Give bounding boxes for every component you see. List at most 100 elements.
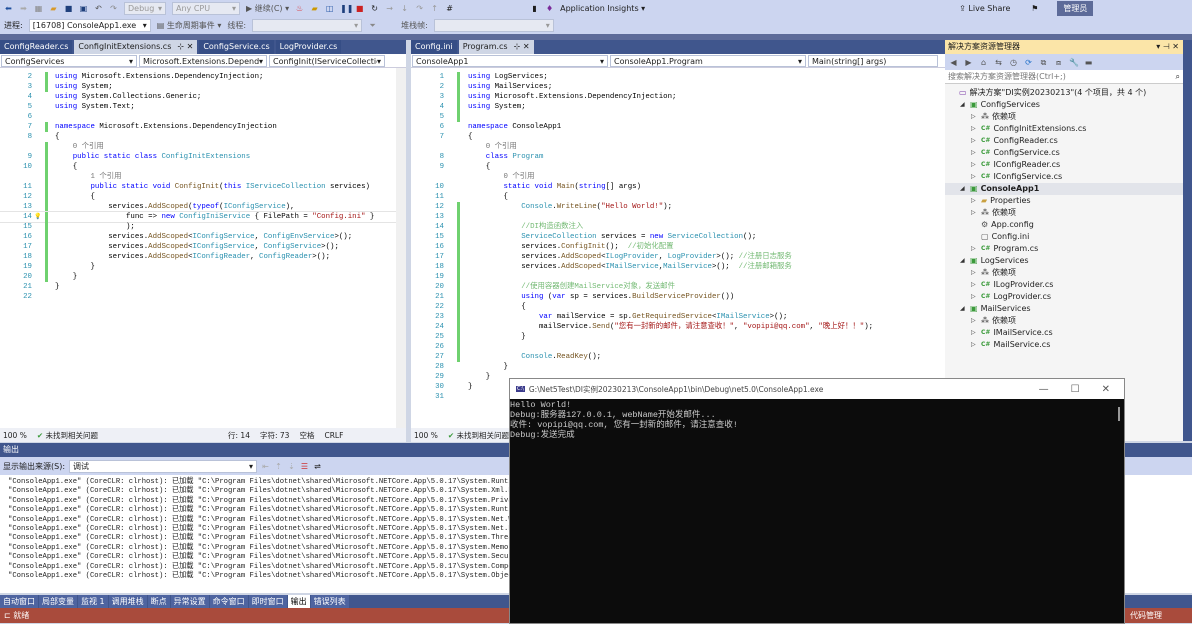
switch-views-icon[interactable]: ⇆: [994, 58, 1003, 67]
bottom-tab[interactable]: 输出: [287, 595, 310, 609]
step-into-icon[interactable]: ↓: [400, 4, 409, 13]
expander-icon[interactable]: ▷: [971, 171, 978, 183]
tree-item[interactable]: ◢ ▣ ConfigServices: [945, 99, 1183, 111]
namespace-dropdown[interactable]: Microsoft.Extensions.Dependé ▾: [139, 55, 267, 67]
forward-icon[interactable]: ➡: [19, 4, 28, 13]
tree-item[interactable]: ▷ ⁂ 依赖项: [945, 315, 1183, 327]
forward-icon[interactable]: ▶: [964, 58, 973, 67]
bottom-tab[interactable]: 即时窗口: [248, 595, 287, 609]
tree-item[interactable]: ▷ C# ConfigReader.cs: [945, 135, 1183, 147]
output-source-dropdown[interactable]: 调试 ▾: [69, 459, 258, 473]
expander-icon[interactable]: ▷: [971, 195, 978, 207]
preview-icon[interactable]: ▬: [1084, 58, 1093, 67]
left-code-editor[interactable]: 2 using Microsoft.Extensions.DependencyIn…: [0, 68, 406, 428]
expander-icon[interactable]: ▷: [971, 135, 978, 147]
save-all-icon[interactable]: ▣: [79, 4, 88, 13]
zoom-level[interactable]: 100 %: [3, 431, 27, 440]
issues-indicator[interactable]: ✔ 未找到相关问题: [37, 430, 98, 441]
process-dropdown[interactable]: [16708] ConsoleApp1.exe ▾: [28, 19, 151, 32]
show-all-icon[interactable]: ⧈: [1054, 58, 1063, 67]
home-icon[interactable]: ⌂: [979, 58, 988, 67]
bottom-tab[interactable]: 局部变量: [39, 595, 77, 609]
expander-icon[interactable]: ◢: [960, 303, 967, 315]
expander-icon[interactable]: ▷: [971, 315, 978, 327]
lightbulb-icon[interactable]: 💡: [34, 212, 41, 222]
tab-configinitextensions-cs[interactable]: ConfigInitExtensions.cs ⊹ ✕: [74, 40, 198, 54]
bookmark-icon[interactable]: ▮: [530, 4, 539, 13]
tree-item[interactable]: ⚙ App.config: [945, 219, 1183, 231]
expander-icon[interactable]: ▷: [971, 147, 978, 159]
expander-icon[interactable]: ▷: [971, 159, 978, 171]
console-window[interactable]: C:\ G:\Net5Test\DI实例20230213\ConsoleApp1…: [509, 378, 1125, 624]
tree-item[interactable]: ▷ ⁂ 依赖项: [945, 207, 1183, 219]
bottom-tab[interactable]: 调用堆栈: [108, 595, 147, 609]
expander-icon[interactable]: ▷: [971, 243, 978, 255]
tree-item[interactable]: ▷ ⁂ 依赖项: [945, 267, 1183, 279]
zoom-level[interactable]: 100 %: [414, 431, 438, 440]
tree-item[interactable]: ◢ ▣ LogServices: [945, 255, 1183, 267]
find-message-icon[interactable]: ⇤: [261, 462, 270, 471]
expander-icon[interactable]: ▷: [971, 279, 978, 291]
step-over-icon[interactable]: ↷: [415, 4, 424, 13]
expander-icon[interactable]: ▷: [971, 291, 978, 303]
live-share-button[interactable]: ⇪ Live Share: [959, 4, 1010, 13]
tree-item[interactable]: ▷ ▰ Properties: [945, 195, 1183, 207]
config-dropdown[interactable]: Debug ▾: [124, 2, 166, 15]
bottom-tab[interactable]: 错误列表: [310, 595, 349, 609]
back-icon[interactable]: ⬅: [4, 4, 13, 13]
tree-item[interactable]: ▷ C# ILogProvider.cs: [945, 279, 1183, 291]
expander-icon[interactable]: ▷: [971, 267, 978, 279]
restart-icon[interactable]: ↻: [370, 4, 379, 13]
side-tool-strip[interactable]: [1183, 40, 1192, 441]
minimize-icon[interactable]: —: [1039, 384, 1049, 395]
show-next-statement-icon[interactable]: →: [385, 4, 394, 13]
screenshot-icon[interactable]: ◫: [325, 4, 334, 13]
hex-icon[interactable]: #: [445, 4, 454, 13]
expander-icon[interactable]: ◢: [960, 183, 967, 195]
expander-icon[interactable]: ▷: [971, 339, 978, 351]
pin-close-icon[interactable]: ⊹ ✕: [514, 40, 530, 54]
undo-icon[interactable]: ↶: [94, 4, 103, 13]
save-icon[interactable]: ■: [64, 4, 73, 13]
app-insights-button[interactable]: Application Insights ▾: [560, 4, 645, 13]
new-item-icon[interactable]: ▦: [34, 4, 43, 13]
step-out-icon[interactable]: ↑: [430, 4, 439, 13]
open-icon[interactable]: ▰: [49, 4, 58, 13]
expander-icon[interactable]: ◢: [960, 255, 967, 267]
tree-item[interactable]: ◢ ▣ ConsoleApp1: [945, 183, 1183, 195]
console-scrollbar[interactable]: [1118, 407, 1120, 421]
project-dropdown[interactable]: ConsoleApp1 ▾: [412, 55, 608, 67]
solution-search[interactable]: 搜索解决方案资源管理器(Ctrl+;) ⌕: [945, 70, 1183, 84]
expander-icon[interactable]: ▷: [971, 207, 978, 219]
expander-icon[interactable]: ▷: [971, 123, 978, 135]
tab-config-ini[interactable]: Config.ini: [411, 40, 457, 54]
console-title-bar[interactable]: C:\ G:\Net5Test\DI实例20230213\ConsoleApp1…: [510, 379, 1124, 399]
tree-item[interactable]: ▷ C# MailService.cs: [945, 339, 1183, 351]
maximize-icon[interactable]: ☐: [1071, 384, 1080, 395]
word-wrap-icon[interactable]: ⇌: [313, 462, 322, 471]
sync-icon[interactable]: ⟳: [1024, 58, 1033, 67]
tree-item[interactable]: ◢ ▣ MailServices: [945, 303, 1183, 315]
tab-configservice-cs[interactable]: ConfigService.cs: [199, 40, 274, 54]
tree-item[interactable]: ▢ Config.ini: [945, 231, 1183, 243]
project-dropdown[interactable]: ConfigServices ▾: [1, 55, 137, 67]
tree-item[interactable]: ▷ C# IConfigService.cs: [945, 171, 1183, 183]
close-icon[interactable]: ✕: [1102, 384, 1110, 395]
panel-controls[interactable]: ▾ ⊣ ✕: [1156, 40, 1183, 54]
tab-logprovider-cs[interactable]: LogProvider.cs: [275, 40, 342, 54]
stop-icon[interactable]: ■: [355, 4, 364, 13]
tree-item[interactable]: ▭ 解决方案"DI实例20230213"(4 个项目，共 4 个): [945, 87, 1183, 99]
class-dropdown[interactable]: ConsoleApp1.Program ▾: [610, 55, 806, 67]
tree-item[interactable]: ▷ C# Program.cs: [945, 243, 1183, 255]
properties-icon[interactable]: 🔧: [1069, 58, 1079, 67]
pending-changes-icon[interactable]: ◷: [1009, 58, 1018, 67]
pause-icon[interactable]: ❚❚: [340, 4, 353, 13]
thread-dropdown[interactable]: ▾: [252, 19, 363, 32]
source-control-button[interactable]: 代码管理: [1130, 608, 1162, 623]
admin-button[interactable]: 管理员: [1057, 1, 1094, 16]
line-ending[interactable]: CRLF: [324, 431, 343, 440]
member-dropdown[interactable]: Main(string[] args): [808, 55, 938, 67]
platform-dropdown[interactable]: Any CPU ▾: [172, 2, 240, 15]
hot-reload-icon[interactable]: ♨: [295, 4, 304, 13]
folder-icon[interactable]: ▰: [310, 4, 319, 13]
